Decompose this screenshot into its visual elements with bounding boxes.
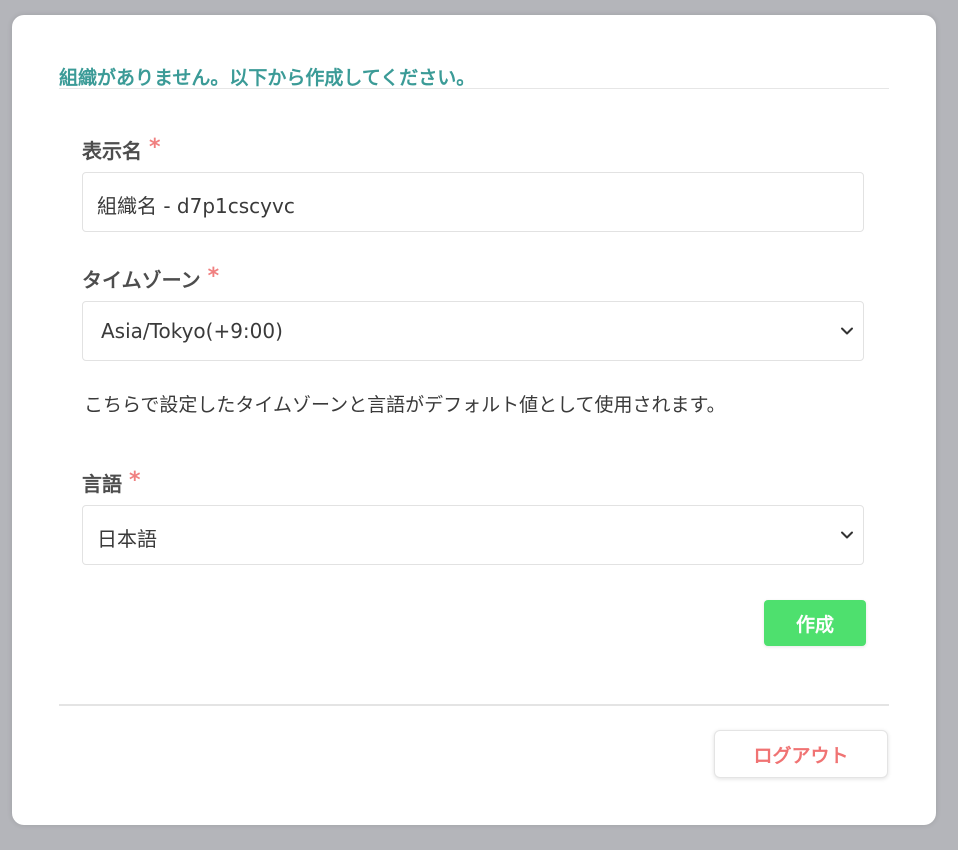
timezone-select[interactable]: Asia/Tokyo(+9:00) <box>82 301 864 361</box>
language-label: 言語 * <box>82 468 141 497</box>
page-title: 組織がありません。以下から作成してください。 <box>59 67 476 89</box>
timezone-language-help-text: こちらで設定したタイムゾーンと言語がデフォルト値として使用されます。 <box>84 394 726 416</box>
display-name-label: 表示名 * <box>82 135 161 164</box>
chevron-down-icon <box>841 327 853 335</box>
logout-button[interactable]: ログアウト <box>714 730 888 778</box>
required-mark: * <box>149 135 161 160</box>
timezone-label-text: タイムゾーン <box>82 268 201 292</box>
timezone-selected-value: Asia/Tokyo(+9:00) <box>101 319 283 343</box>
required-mark: * <box>129 468 141 493</box>
timezone-label: タイムゾーン * <box>82 264 219 293</box>
display-name-input[interactable]: 組織名 - d7p1cscyvc <box>82 172 864 232</box>
display-name-value: 組織名 - d7p1cscyvc <box>97 194 295 218</box>
footer-divider <box>59 704 889 706</box>
display-name-label-text: 表示名 <box>82 139 142 163</box>
required-mark: * <box>207 264 220 289</box>
chevron-down-icon <box>841 531 853 539</box>
title-divider <box>59 88 889 89</box>
create-button[interactable]: 作成 <box>764 600 866 646</box>
language-label-text: 言語 <box>82 472 122 496</box>
create-organization-card: 組織がありません。以下から作成してください。 表示名 * 組織名 - d7p1cs… <box>12 15 936 825</box>
language-select[interactable]: 日本語 <box>82 505 864 565</box>
language-selected-value: 日本語 <box>97 527 157 551</box>
